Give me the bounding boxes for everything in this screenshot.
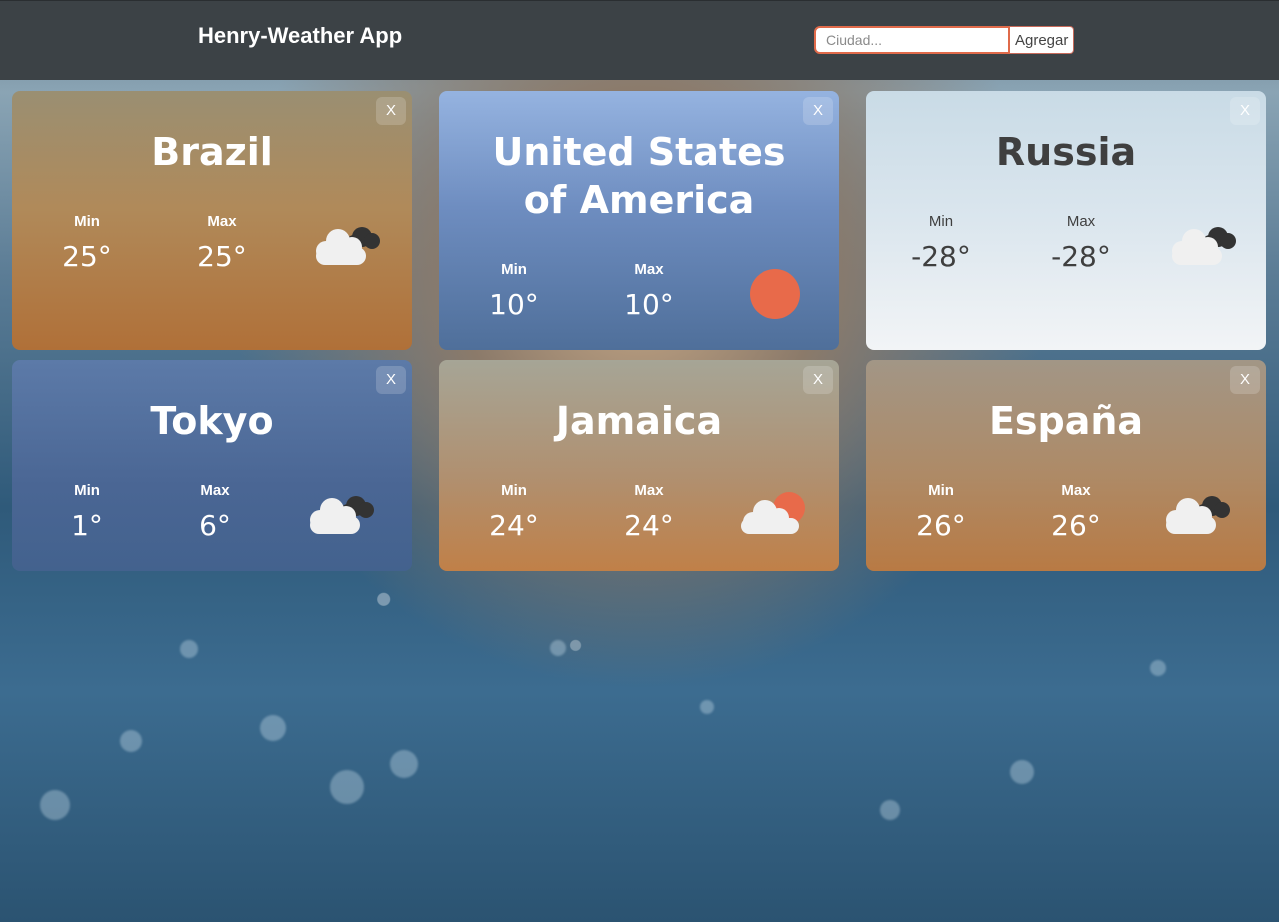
cloudy-icon — [1166, 496, 1230, 534]
weather-card: X Russia Min -28° Max -28° — [866, 91, 1266, 350]
city-search-input[interactable] — [814, 26, 1010, 54]
min-label: Min — [501, 482, 527, 499]
min-value: 1° — [71, 509, 103, 542]
weather-card: X United States of America Min 10° Max 1… — [439, 91, 839, 350]
cloudy-icon — [1172, 227, 1236, 265]
max-label: Max — [200, 482, 230, 499]
min-temp: Min 25° — [42, 213, 132, 273]
weather-card: X Jamaica Min 24° Max 24° — [439, 360, 839, 571]
max-label: Max — [634, 482, 664, 499]
max-label: Max — [1061, 482, 1091, 499]
min-label: Min — [74, 482, 100, 499]
max-temp: Max 6° — [170, 482, 260, 542]
card-city-name: Tokyo — [150, 399, 274, 443]
min-value: 24° — [489, 509, 539, 542]
close-card-button[interactable]: X — [376, 97, 406, 125]
min-label: Min — [501, 261, 527, 278]
min-value: 25° — [62, 240, 112, 273]
cloudy-icon — [310, 496, 374, 534]
max-value: 24° — [624, 509, 674, 542]
min-label: Min — [74, 213, 100, 230]
close-card-button[interactable]: X — [803, 97, 833, 125]
close-card-button[interactable]: X — [1230, 366, 1260, 394]
min-value: 26° — [916, 509, 966, 542]
close-card-button[interactable]: X — [376, 366, 406, 394]
close-card-button[interactable]: X — [803, 366, 833, 394]
partly-cloudy-icon — [741, 492, 805, 534]
close-card-button[interactable]: X — [1230, 97, 1260, 125]
weather-card: X Brazil Min 25° Max 25° — [12, 91, 412, 350]
weather-card: X España Min 26° Max 26° — [866, 360, 1266, 571]
min-label: Min — [928, 213, 954, 230]
min-temp: Min 24° — [469, 482, 559, 542]
min-temp: Min -28° — [896, 213, 986, 273]
sun-icon — [750, 269, 800, 319]
max-label: Max — [634, 261, 664, 278]
add-city-button[interactable]: Agregar — [1010, 26, 1075, 54]
max-label: Max — [1066, 213, 1096, 230]
weather-card: X Tokyo Min 1° Max 6° — [12, 360, 412, 571]
search-form: Agregar — [814, 26, 1075, 54]
card-city-name: Jamaica — [555, 399, 723, 443]
card-city-name: Russia — [995, 130, 1137, 174]
max-temp: Max 24° — [604, 482, 694, 542]
min-value: -28° — [911, 240, 971, 273]
card-city-name: Brazil — [151, 130, 273, 174]
max-temp: Max -28° — [1036, 213, 1126, 273]
min-temp: Min 26° — [896, 482, 986, 542]
app-header: Henry-Weather App Agregar — [0, 0, 1279, 80]
min-label: Min — [928, 482, 954, 499]
app-title: Henry-Weather App — [198, 23, 403, 48]
min-temp: Min 1° — [42, 482, 132, 542]
min-value: 10° — [489, 288, 539, 321]
max-temp: Max 10° — [604, 261, 694, 321]
card-city-name: España — [988, 399, 1144, 443]
max-value: 10° — [624, 288, 674, 321]
max-value: 26° — [1051, 509, 1101, 542]
max-value: 6° — [199, 509, 231, 542]
cloudy-icon — [316, 227, 380, 265]
max-label: Max — [207, 213, 237, 230]
max-value: 25° — [197, 240, 247, 273]
card-city-name: United States of America — [492, 130, 786, 222]
max-value: -28° — [1051, 240, 1111, 273]
max-temp: Max 25° — [177, 213, 267, 273]
max-temp: Max 26° — [1031, 482, 1121, 542]
min-temp: Min 10° — [469, 261, 559, 321]
